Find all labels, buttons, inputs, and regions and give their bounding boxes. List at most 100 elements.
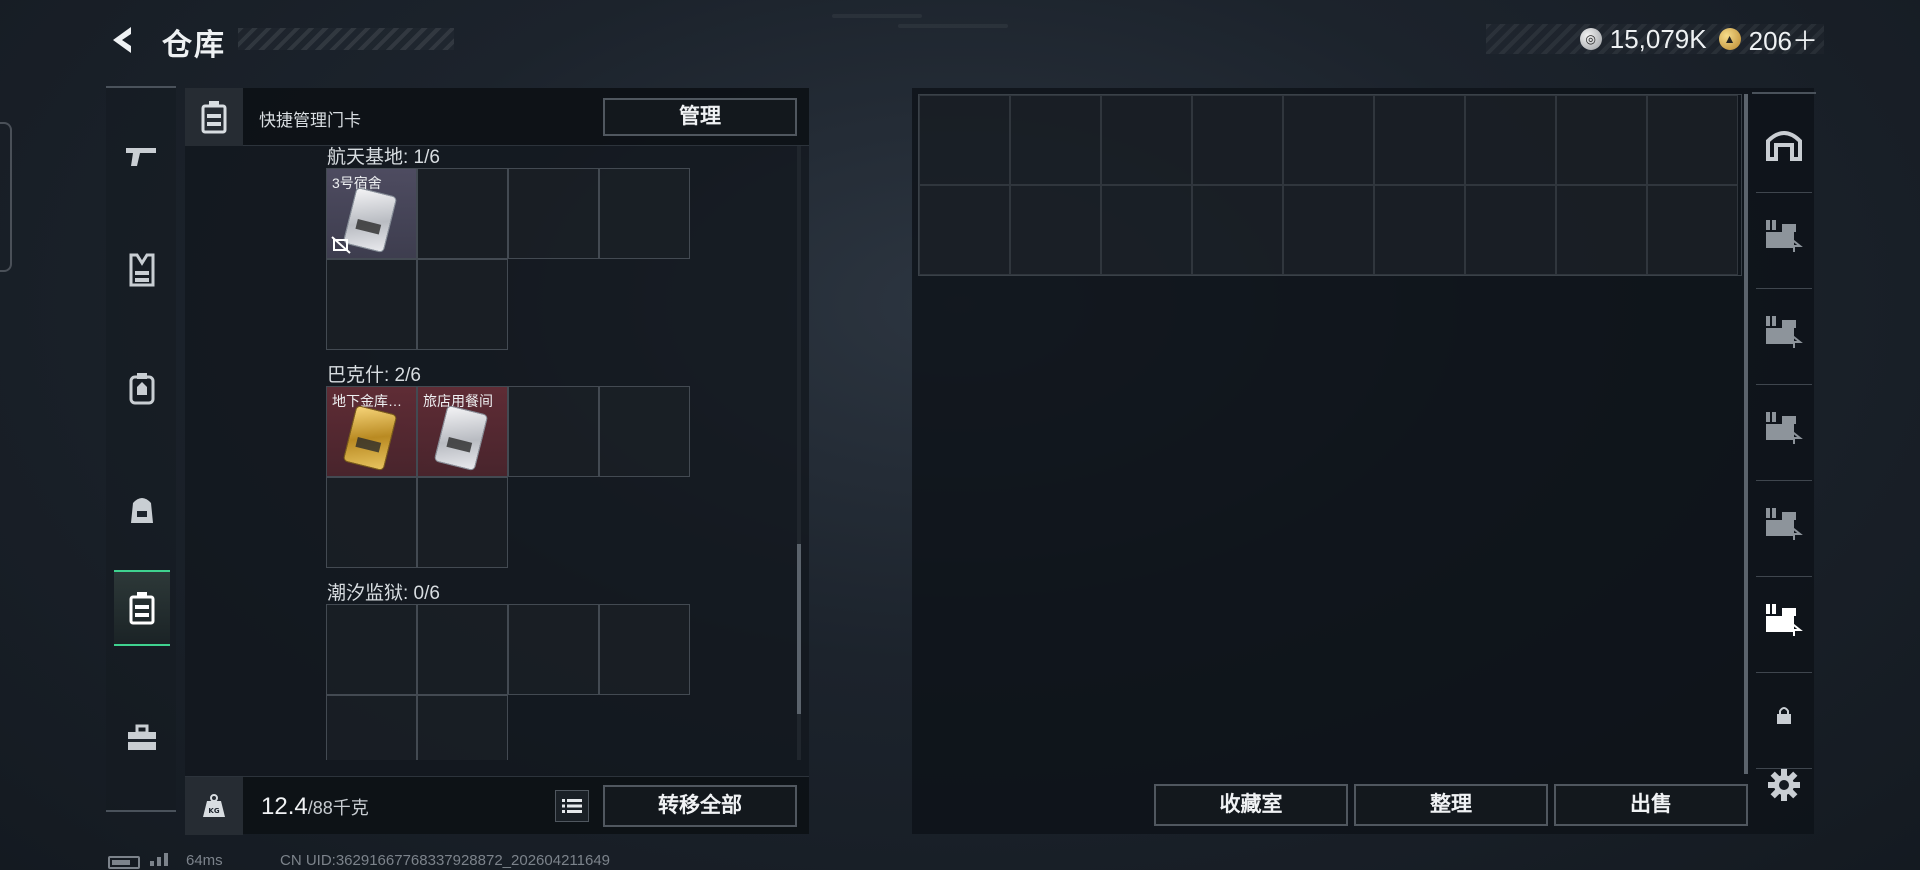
section-label-bakhsh: 巴克什: 2/6 (327, 365, 421, 386)
panel-title: 快捷管理门卡 (259, 111, 361, 130)
keycard-slot-empty[interactable] (417, 477, 508, 568)
bg-streak (832, 14, 922, 18)
title-hatch-decoration (238, 28, 454, 50)
container-slot[interactable] (1192, 95, 1283, 185)
panel-header: 快捷管理门卡 管理 (185, 88, 809, 146)
category-armor[interactable] (114, 350, 170, 426)
panel-footer: KG 12.4/88千克 转移全部 (185, 776, 809, 835)
stash-tab-5[interactable] (1756, 584, 1812, 654)
manage-button[interactable]: 管理 (603, 98, 797, 136)
keycard-slot-empty[interactable] (599, 386, 690, 477)
container-slot[interactable] (1465, 95, 1556, 185)
container-slot[interactable] (1556, 95, 1647, 185)
keycard-slot-empty[interactable] (508, 604, 599, 695)
category-tools[interactable] (114, 700, 170, 776)
back-arrow-icon (113, 27, 131, 53)
keycard-slot[interactable]: 地下金库… (326, 386, 417, 477)
sell-button[interactable]: 出售 (1554, 784, 1748, 826)
stash-tab-1[interactable] (1756, 200, 1812, 270)
stash-tab-2[interactable] (1756, 296, 1812, 366)
container-grid[interactable] (918, 94, 1742, 276)
category-vests[interactable] (114, 232, 170, 308)
signal-icon (150, 853, 168, 866)
keycard-slot-empty[interactable] (326, 604, 417, 695)
container-slot[interactable] (1556, 185, 1647, 275)
side-drawer-handle[interactable] (0, 122, 12, 272)
category-weapons[interactable] (114, 118, 170, 194)
container-slot[interactable] (1101, 95, 1192, 185)
organize-button[interactable]: 整理 (1354, 784, 1548, 826)
stash-tab-1-icon (1766, 220, 1803, 252)
keycard-slot[interactable]: 旅店用餐间 (417, 386, 508, 477)
list-icon (562, 799, 582, 813)
rail-divider (1756, 384, 1812, 385)
keycard-slot-empty[interactable] (326, 259, 417, 350)
keycard-case-icon (185, 88, 243, 146)
keycard-slot-empty[interactable] (599, 168, 690, 259)
weight-icon: KG (185, 777, 243, 835)
collection-room-button[interactable]: 收藏室 (1154, 784, 1348, 826)
container-slot[interactable] (1192, 185, 1283, 275)
rail-divider (1752, 92, 1816, 94)
storage-home-icon (1766, 131, 1802, 161)
storage-home-tab[interactable] (1756, 108, 1812, 178)
locked-tab[interactable] (1756, 680, 1812, 750)
stash-tab-rail (1748, 92, 1820, 832)
currency-silver[interactable]: ◎ 15,079K (1579, 23, 1707, 55)
section-label-aerospace: 航天基地: 1/6 (327, 147, 440, 168)
silver-coin-icon: ◎ (1579, 28, 1602, 50)
stash-tab-3[interactable] (1756, 392, 1812, 462)
backpack-armor-icon (129, 373, 155, 405)
stash-tab-4-icon (1766, 508, 1803, 540)
settings-gear-icon (1768, 769, 1800, 801)
container-slot[interactable] (1374, 185, 1465, 275)
keycard-slot-empty[interactable] (417, 168, 508, 259)
scrollbar-thumb[interactable] (797, 544, 801, 714)
container-slot[interactable] (1465, 185, 1556, 275)
silver-amount: 15,079K (1609, 23, 1707, 54)
container-slot[interactable] (919, 185, 1010, 275)
container-slot[interactable] (919, 95, 1010, 185)
list-view-button[interactable] (555, 790, 589, 822)
keycard-slot-empty[interactable] (508, 386, 599, 477)
keycard-slot-empty[interactable] (326, 477, 417, 568)
container-slot[interactable] (1374, 95, 1465, 185)
container-slot[interactable] (1283, 185, 1374, 275)
ping-readout: 64ms (186, 852, 223, 869)
rail-divider (1756, 288, 1812, 289)
page-title: 仓库 (162, 29, 226, 62)
keycard-slot-empty[interactable] (599, 604, 690, 695)
container-slot[interactable] (1010, 185, 1101, 275)
container-slot[interactable] (1647, 95, 1738, 185)
svg-text:KG: KG (208, 807, 219, 815)
rail-divider (1756, 672, 1812, 673)
category-keycards[interactable] (114, 570, 170, 646)
uid-readout: CN UID:36291667768337928872_202604211649 (280, 852, 611, 869)
battery-icon (108, 856, 140, 869)
container-slot[interactable] (1101, 185, 1192, 275)
keycard-slot-empty[interactable] (417, 604, 508, 695)
currency-bar: ◎ 15,079K ▲ 206＋ (1486, 23, 1824, 56)
back-button[interactable] (104, 22, 144, 58)
keycard-slot-empty[interactable] (508, 168, 599, 259)
keycard-slot[interactable]: 3号宿舍 (326, 168, 417, 259)
weight-max: /88千克 (307, 798, 369, 818)
keycard-gold-icon (342, 404, 398, 472)
container-slot[interactable] (1010, 95, 1101, 185)
no-sell-icon (331, 236, 351, 254)
keycard-list[interactable]: 航天基地: 1/6 3号宿舍 巴克什: 2/6 地下金库… 旅店用餐间 潮汐监狱… (185, 146, 809, 760)
container-slot[interactable] (1647, 185, 1738, 275)
category-backpacks[interactable] (114, 470, 170, 546)
weight-current: 12.4 (261, 793, 308, 820)
container-slot[interactable] (1283, 95, 1374, 185)
stash-tab-4[interactable] (1756, 488, 1812, 558)
keycard-slot-empty[interactable] (417, 695, 508, 760)
gold-amount: 206＋ (1748, 25, 1818, 56)
keycard-case-icon (129, 592, 155, 625)
currency-gold[interactable]: ▲ 206＋ (1718, 21, 1818, 58)
keycard-slot-empty[interactable] (326, 695, 417, 760)
keycard-slot-empty[interactable] (417, 259, 508, 350)
settings-button[interactable] (1756, 750, 1812, 820)
stash-tab-5-active-icon (1766, 604, 1803, 636)
transfer-all-button[interactable]: 转移全部 (603, 785, 797, 827)
